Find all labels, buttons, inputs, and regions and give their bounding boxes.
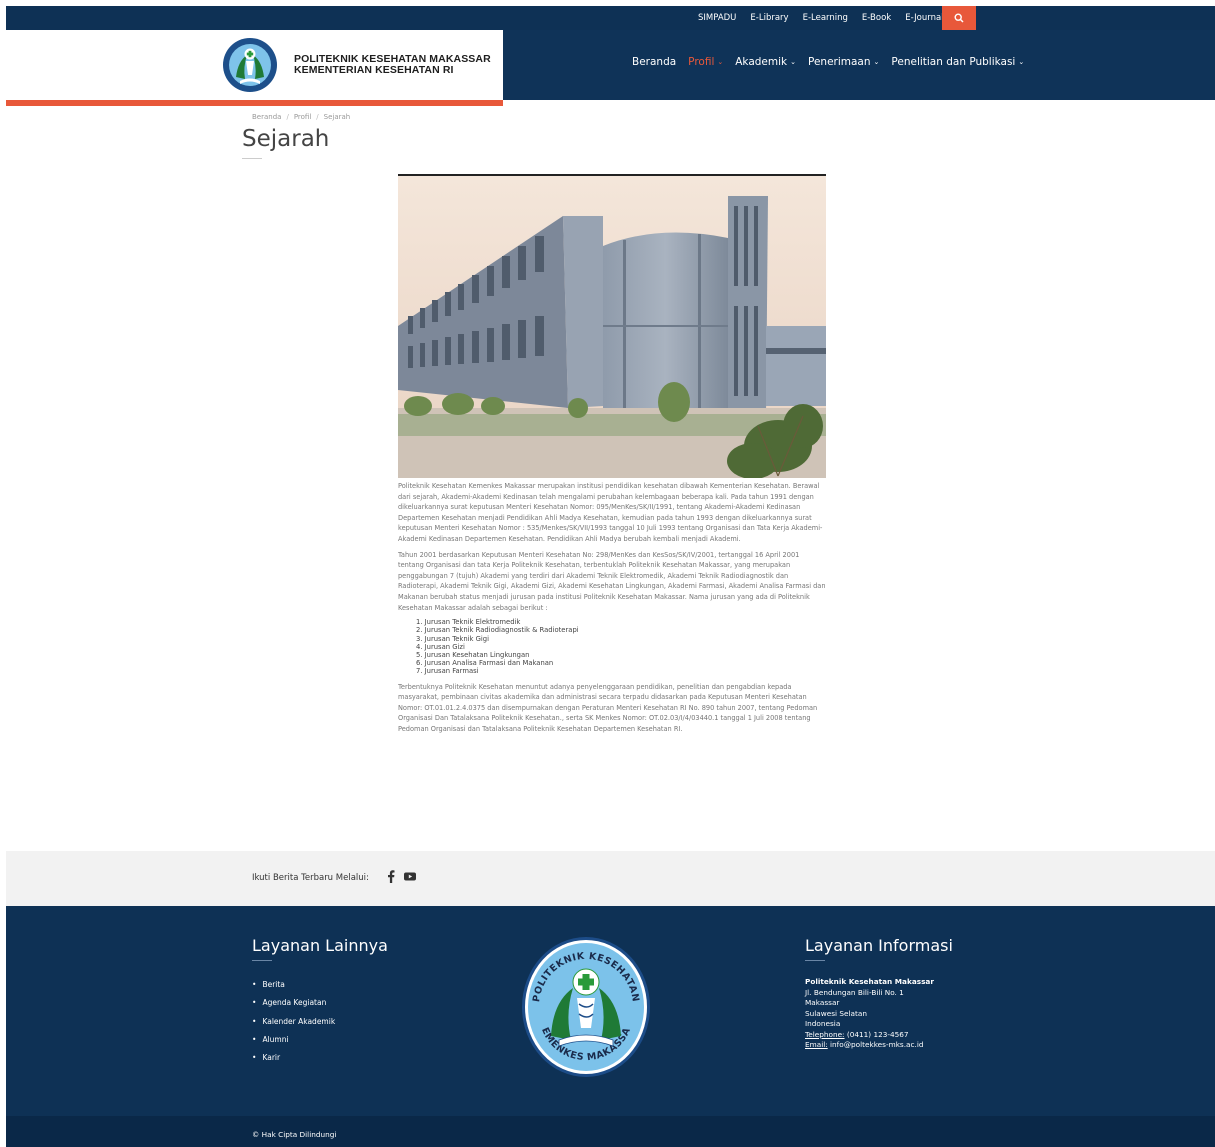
- list-item: 5. Jurusan Kesehatan Lingkungan: [416, 650, 530, 659]
- top-utility-bar: SIMPADU E-Library E-Learning E-Book E-Jo…: [6, 6, 1215, 30]
- contact-country: Indonesia: [805, 1019, 841, 1028]
- contact-province: Sulawesi Selatan: [805, 1008, 867, 1018]
- breadcrumb-beranda[interactable]: Beranda: [252, 113, 281, 121]
- poltekkes-emblem-icon: [223, 38, 277, 92]
- search-icon: [954, 13, 964, 23]
- utility-links: SIMPADU E-Library E-Learning E-Book E-Jo…: [698, 6, 958, 30]
- info-title: Layanan Informasi: [805, 936, 953, 955]
- services-divider: [252, 960, 272, 961]
- article-paragraph-3: Terbentuknya Politeknik Kesehatan menunt…: [398, 682, 818, 733]
- contact-address: Jl. Bendungan Bili-Bili No. 1: [805, 987, 904, 997]
- copyright-text: © Hak Cipta Dilindungi: [252, 1130, 337, 1139]
- footer-link-alumni[interactable]: Alumni: [252, 1035, 335, 1053]
- poltekkes-emblem-large-icon: POLITEKNIK KESEHATAN KEMENKES MAKASSAR: [521, 936, 650, 1077]
- department-list: 1. Jurusan Teknik Elektromedik 2. Jurusa…: [416, 618, 826, 675]
- breadcrumb-separator: /: [316, 113, 319, 121]
- link-simpadu[interactable]: SIMPADU: [698, 13, 736, 23]
- article-paragraph-1: Politeknik Kesehatan Kemenkes Makassar m…: [398, 482, 823, 543]
- breadcrumb-sejarah: Sejarah: [323, 113, 351, 121]
- footer-link-karir[interactable]: Karir: [252, 1053, 335, 1071]
- breadcrumb-separator: /: [286, 113, 289, 121]
- email-value: info@poltekkes-mks.ac.id: [830, 1040, 924, 1049]
- page-title: Sejarah: [242, 126, 330, 152]
- list-item: 7. Jurusan Farmasi: [416, 667, 479, 676]
- chevron-down-icon: ⌄: [790, 58, 796, 66]
- copyright-bar: © Hak Cipta Dilindungi: [6, 1116, 1215, 1147]
- link-e-library[interactable]: E-Library: [750, 13, 788, 23]
- title-divider: [242, 158, 262, 159]
- contact-phone: Telephone: (0411) 123-4567: [805, 1030, 934, 1041]
- list-item: 2. Jurusan Teknik Radiodiagnostik & Radi…: [416, 626, 579, 635]
- contact-info: Politeknik Kesehatan Makassar Jl. Bendun…: [805, 977, 934, 1051]
- history-article: Politeknik Kesehatan Kemenkes Makassar m…: [398, 481, 826, 740]
- services-list: Berita Agenda Kegiatan Kalender Akademik…: [252, 980, 335, 1071]
- breadcrumb: Beranda / Profil / Sejarah: [252, 113, 350, 121]
- follow-label: Ikuti Berita Terbaru Melalui:: [252, 873, 369, 883]
- chevron-down-icon: ⌄: [873, 58, 880, 66]
- contact-city: Makassar: [805, 998, 840, 1007]
- contact-org: Politeknik Kesehatan Makassar: [805, 977, 934, 986]
- footer-link-agenda[interactable]: Agenda Kegiatan: [252, 998, 335, 1016]
- link-e-learning[interactable]: E-Learning: [803, 13, 848, 23]
- list-item: 3. Jurusan Teknik Gigi: [416, 634, 489, 643]
- email-label[interactable]: Email:: [805, 1040, 828, 1049]
- contact-email: Email: info@poltekkes-mks.ac.id: [805, 1040, 934, 1051]
- link-e-book[interactable]: E-Book: [862, 13, 891, 23]
- site-footer: Layanan Lainnya Berita Agenda Kegiatan K…: [6, 906, 1215, 1116]
- footer-link-kalender[interactable]: Kalender Akademik: [252, 1017, 335, 1035]
- article-paragraph-2: Tahun 2001 berdasarkan Keputusan Menteri…: [398, 550, 826, 612]
- services-title: Layanan Lainnya: [252, 936, 388, 955]
- campus-building-photo: [398, 174, 826, 478]
- link-e-journal[interactable]: E-Journal: [905, 13, 943, 23]
- list-item: 1. Jurusan Teknik Elektromedik: [416, 618, 521, 627]
- nav-penerimaan[interactable]: Penerimaan ⌄: [808, 56, 879, 68]
- info-divider: [805, 960, 825, 961]
- nav-akademik[interactable]: Akademik ⌄: [735, 56, 796, 68]
- breadcrumb-profil[interactable]: Profil: [294, 113, 311, 121]
- logo-line-2: KEMENTERIAN KESEHATAN RI: [294, 64, 454, 76]
- list-item: 4. Jurusan Gizi: [416, 642, 465, 651]
- phone-label[interactable]: Telephone:: [805, 1030, 845, 1039]
- site-logo[interactable]: POLITEKNIK KESEHATAN MAKASSAR KEMENTERIA…: [6, 30, 503, 106]
- nav-penelitian-publikasi[interactable]: Penelitian dan Publikasi ⌄: [891, 56, 1024, 68]
- nav-beranda[interactable]: Beranda: [632, 56, 676, 68]
- chevron-down-icon: ⌄: [717, 58, 724, 66]
- chevron-down-icon: ⌄: [1018, 58, 1025, 66]
- facebook-icon[interactable]: [387, 870, 395, 883]
- phone-value: (0411) 123-4567: [846, 1029, 909, 1039]
- nav-profil[interactable]: Profil ⌄: [688, 56, 723, 68]
- site-header: POLITEKNIK KESEHATAN MAKASSAR KEMENTERIA…: [6, 30, 1215, 106]
- list-item: 6. Jurusan Analisa Farmasi dan Makanan: [416, 659, 554, 668]
- main-navigation: Beranda Profil ⌄ Akademik ⌄ Penerimaan ⌄ Pe…: [632, 30, 1036, 94]
- social-follow-bar: Ikuti Berita Terbaru Melalui:: [6, 851, 1215, 906]
- logo-text: POLITEKNIK KESEHATAN MAKASSAR KEMENTERIA…: [294, 54, 491, 76]
- youtube-icon[interactable]: [404, 870, 416, 883]
- search-button[interactable]: [942, 6, 976, 30]
- footer-link-berita[interactable]: Berita: [252, 980, 335, 998]
